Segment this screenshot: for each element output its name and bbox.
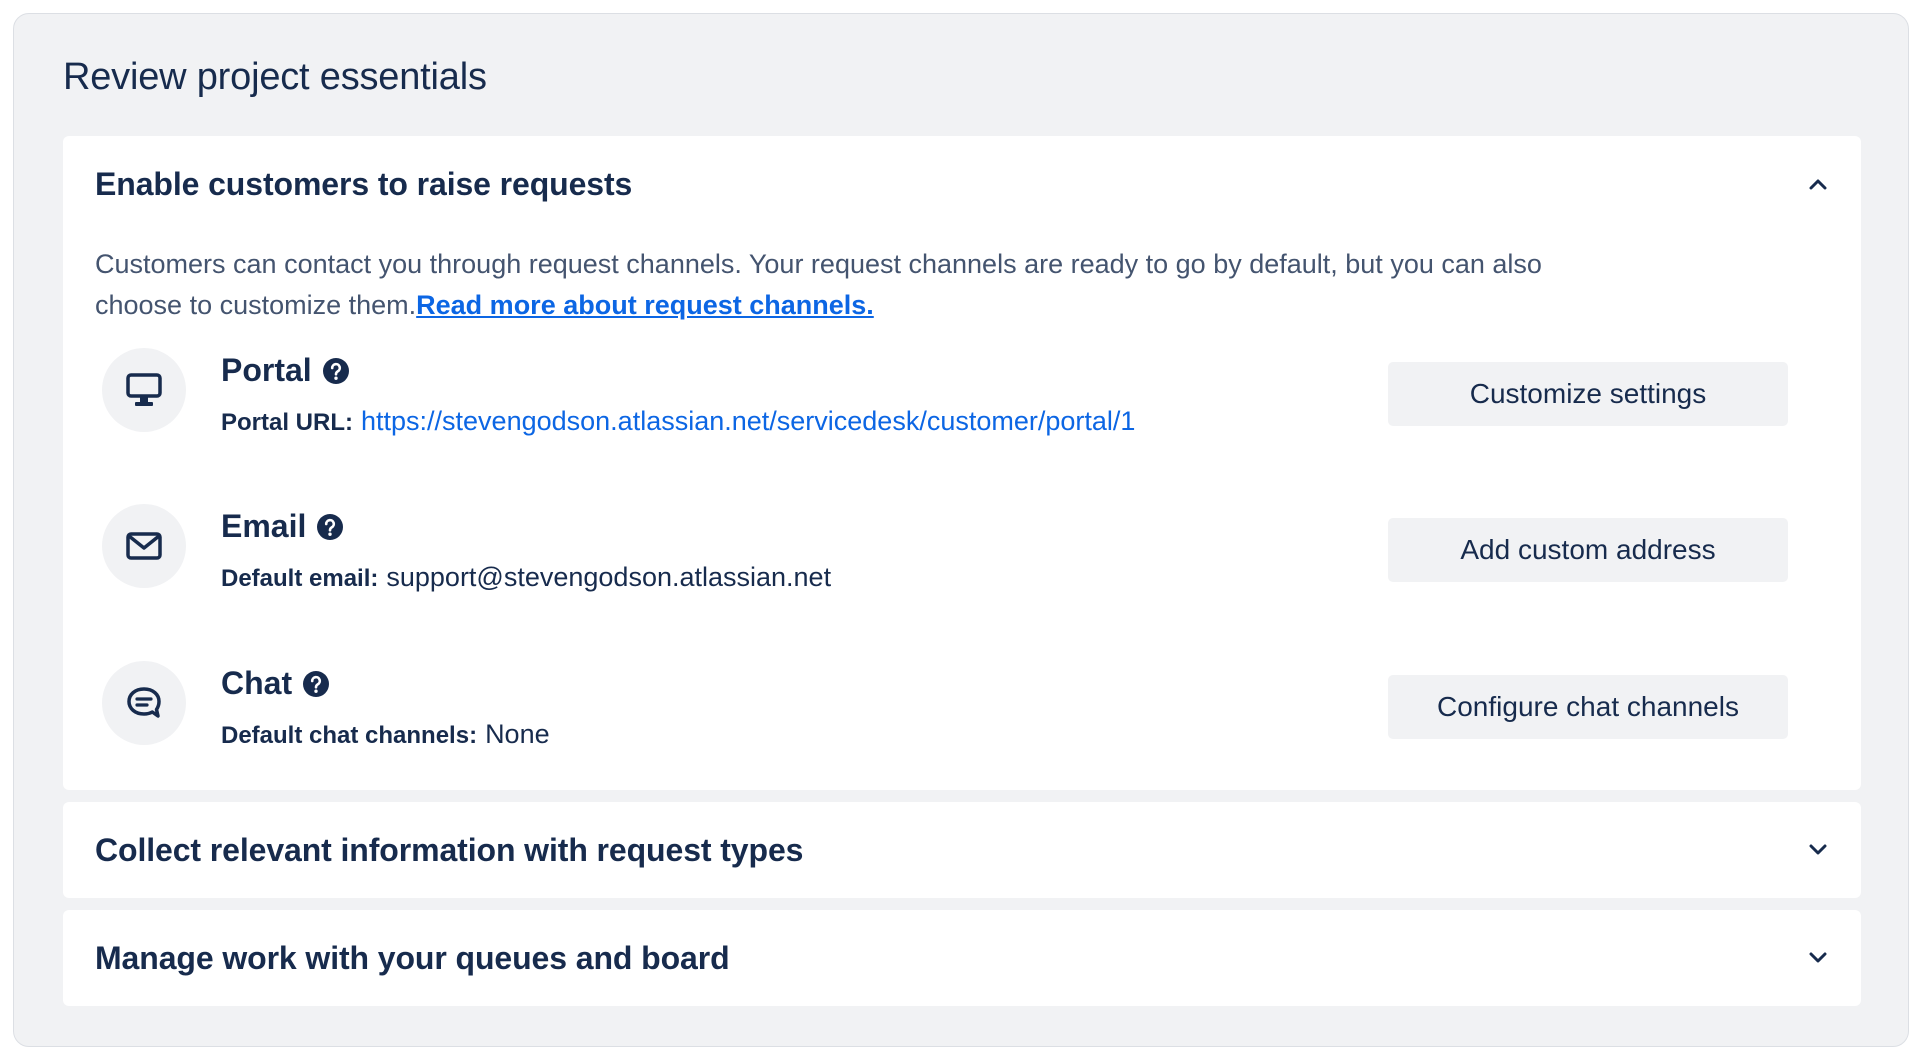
help-icon[interactable] xyxy=(302,670,330,698)
channel-row-chat: Chat Default chat channels: None Configu… xyxy=(95,661,1861,761)
portal-url-link[interactable]: https://stevengodson.atlassian.net/servi… xyxy=(361,406,1135,437)
section-title: Manage work with your queues and board xyxy=(95,939,730,976)
section-header-request-types[interactable]: Collect relevant information with reques… xyxy=(95,802,1829,898)
add-custom-address-button[interactable]: Add custom address xyxy=(1388,518,1788,582)
channel-name-email: Email xyxy=(221,508,344,545)
channel-icon-wrapper xyxy=(102,348,186,432)
channel-row-email: Email Default email: support@stevengodso… xyxy=(95,504,1861,604)
channel-name-portal: Portal xyxy=(221,352,350,389)
section-header-enable-requests[interactable]: Enable customers to raise requests xyxy=(95,136,1829,232)
section-title: Collect relevant information with reques… xyxy=(95,831,804,868)
channel-detail-chat: Default chat channels: None xyxy=(221,719,550,750)
configure-chat-channels-button[interactable]: Configure chat channels xyxy=(1388,675,1788,739)
default-email-value: support@stevengodson.atlassian.net xyxy=(386,562,832,592)
channel-name-text: Portal xyxy=(221,352,312,388)
chevron-up-icon[interactable] xyxy=(1807,173,1829,195)
channel-name-text: Chat xyxy=(221,665,293,701)
portal-url-label: Portal URL: xyxy=(221,409,353,436)
channel-row-portal: Portal Portal URL: https://stevengodson.… xyxy=(95,348,1861,448)
channel-icon-wrapper xyxy=(102,661,186,745)
channel-detail-portal: Portal URL: https://stevengodson.atlassi… xyxy=(221,406,1135,437)
chevron-down-icon[interactable] xyxy=(1807,839,1829,861)
section-queues-board: Manage work with your queues and board xyxy=(63,910,1861,1006)
channel-detail-email: Default email: support@stevengodson.atla… xyxy=(221,562,831,593)
default-chat-value: None xyxy=(485,719,550,749)
monitor-icon xyxy=(126,373,162,406)
channel-name-text: Email xyxy=(221,508,307,544)
section-header-queues-board[interactable]: Manage work with your queues and board xyxy=(95,910,1829,1006)
help-icon[interactable] xyxy=(322,357,350,385)
default-chat-label: Default chat channels: xyxy=(221,722,478,749)
channel-icon-wrapper xyxy=(102,504,186,588)
chat-bubble-icon xyxy=(127,687,161,718)
read-more-link[interactable]: Read more about request channels. xyxy=(416,290,874,320)
section-title: Enable customers to raise requests xyxy=(95,165,633,202)
help-icon[interactable] xyxy=(316,513,344,541)
page-title: Review project essentials xyxy=(63,56,487,98)
project-essentials-card: Review project essentials Enable custome… xyxy=(13,13,1909,1047)
customize-settings-button[interactable]: Customize settings xyxy=(1388,362,1788,426)
channel-name-chat: Chat xyxy=(221,665,330,702)
section-enable-requests: Enable customers to raise requests Custo… xyxy=(63,136,1861,790)
envelope-icon xyxy=(126,532,162,560)
default-email-label: Default email: xyxy=(221,565,379,592)
section-request-types: Collect relevant information with reques… xyxy=(63,802,1861,898)
section-description: Customers can contact you through reques… xyxy=(95,244,1595,326)
chevron-down-icon[interactable] xyxy=(1807,947,1829,969)
